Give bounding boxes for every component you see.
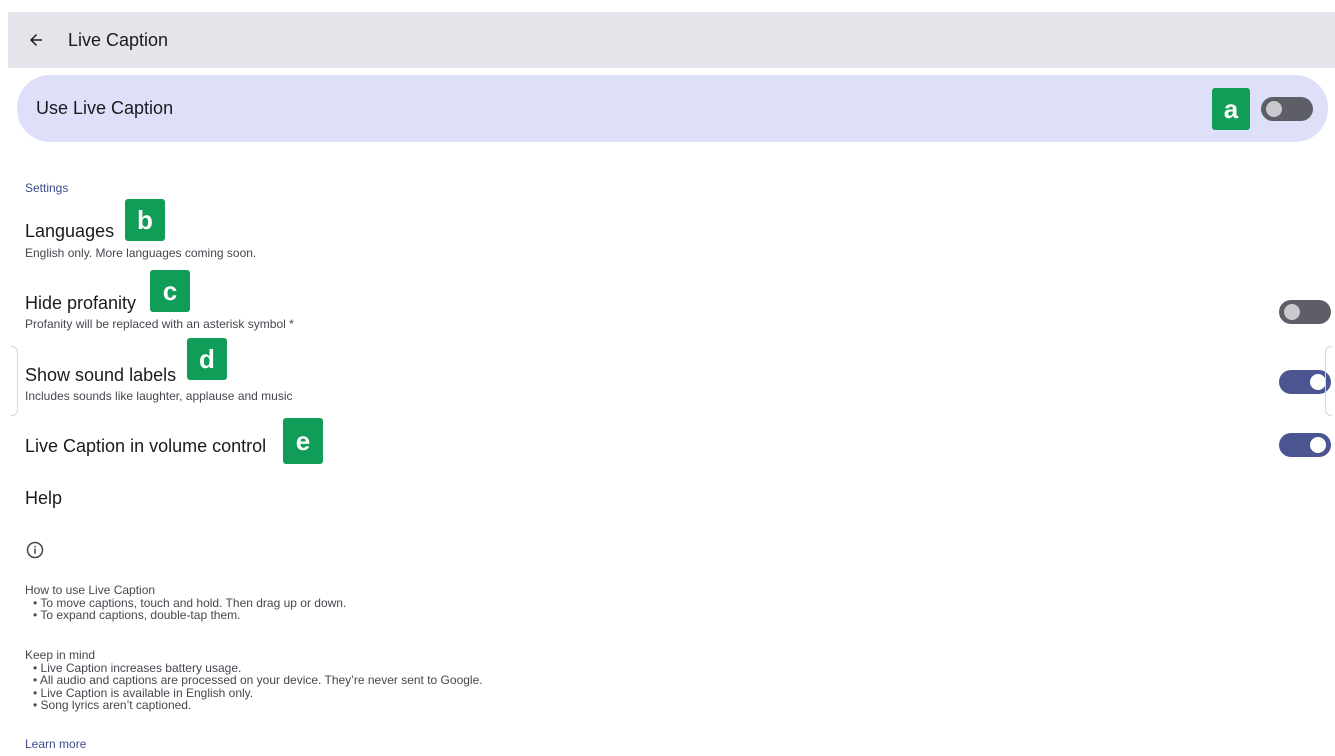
hide-profanity-toggle[interactable] [1279, 300, 1331, 324]
toggle-knob [1284, 304, 1300, 320]
show-sound-labels-subtitle: Includes sounds like laughter, applause … [25, 389, 293, 403]
show-sound-labels-toggle[interactable] [1279, 370, 1331, 394]
back-button[interactable] [8, 12, 64, 68]
volume-control-title[interactable]: Live Caption in volume control [25, 436, 266, 457]
hide-profanity-title[interactable]: Hide profanity [25, 293, 136, 314]
left-edge-handle [11, 346, 18, 416]
languages-subtitle: English only. More languages coming soon… [25, 246, 257, 260]
learn-more-link[interactable]: Learn more [25, 737, 86, 751]
keep-in-mind-block: Keep in mind • Live Caption increases ba… [25, 649, 483, 712]
annotation-badge-e: e [283, 418, 323, 464]
use-live-caption-card[interactable]: Use Live Caption [17, 75, 1328, 142]
arrow-back-icon [30, 34, 42, 46]
settings-section-header: Settings [25, 181, 69, 195]
toggle-knob [1310, 437, 1326, 453]
app-bar: Live Caption [8, 12, 1335, 68]
use-live-caption-toggle[interactable] [1261, 97, 1313, 121]
annotation-badge-a: a [1212, 88, 1250, 130]
how-to-use-item: • To expand captions, double-tap them. [33, 608, 241, 622]
show-sound-labels-title[interactable]: Show sound labels [25, 365, 176, 386]
languages-title[interactable]: Languages [25, 221, 114, 242]
right-edge-handle [1325, 346, 1332, 416]
page-title: Live Caption [68, 29, 169, 50]
toggle-knob [1310, 374, 1326, 390]
how-to-use-block: How to use Live Caption • To move captio… [25, 584, 346, 622]
hide-profanity-subtitle: Profanity will be replaced with an aster… [25, 317, 294, 331]
status-strip [0, 0, 1335, 12]
keep-in-mind-item: • Song lyrics aren’t captioned. [33, 698, 192, 712]
use-live-caption-label: Use Live Caption [36, 98, 174, 118]
annotation-badge-b: b [125, 199, 165, 241]
annotation-badge-c: c [150, 270, 190, 312]
toggle-knob [1266, 101, 1282, 117]
help-title[interactable]: Help [25, 488, 62, 509]
info-icon [26, 541, 44, 559]
annotation-badge-d: d [187, 338, 227, 380]
volume-control-toggle[interactable] [1279, 433, 1331, 457]
